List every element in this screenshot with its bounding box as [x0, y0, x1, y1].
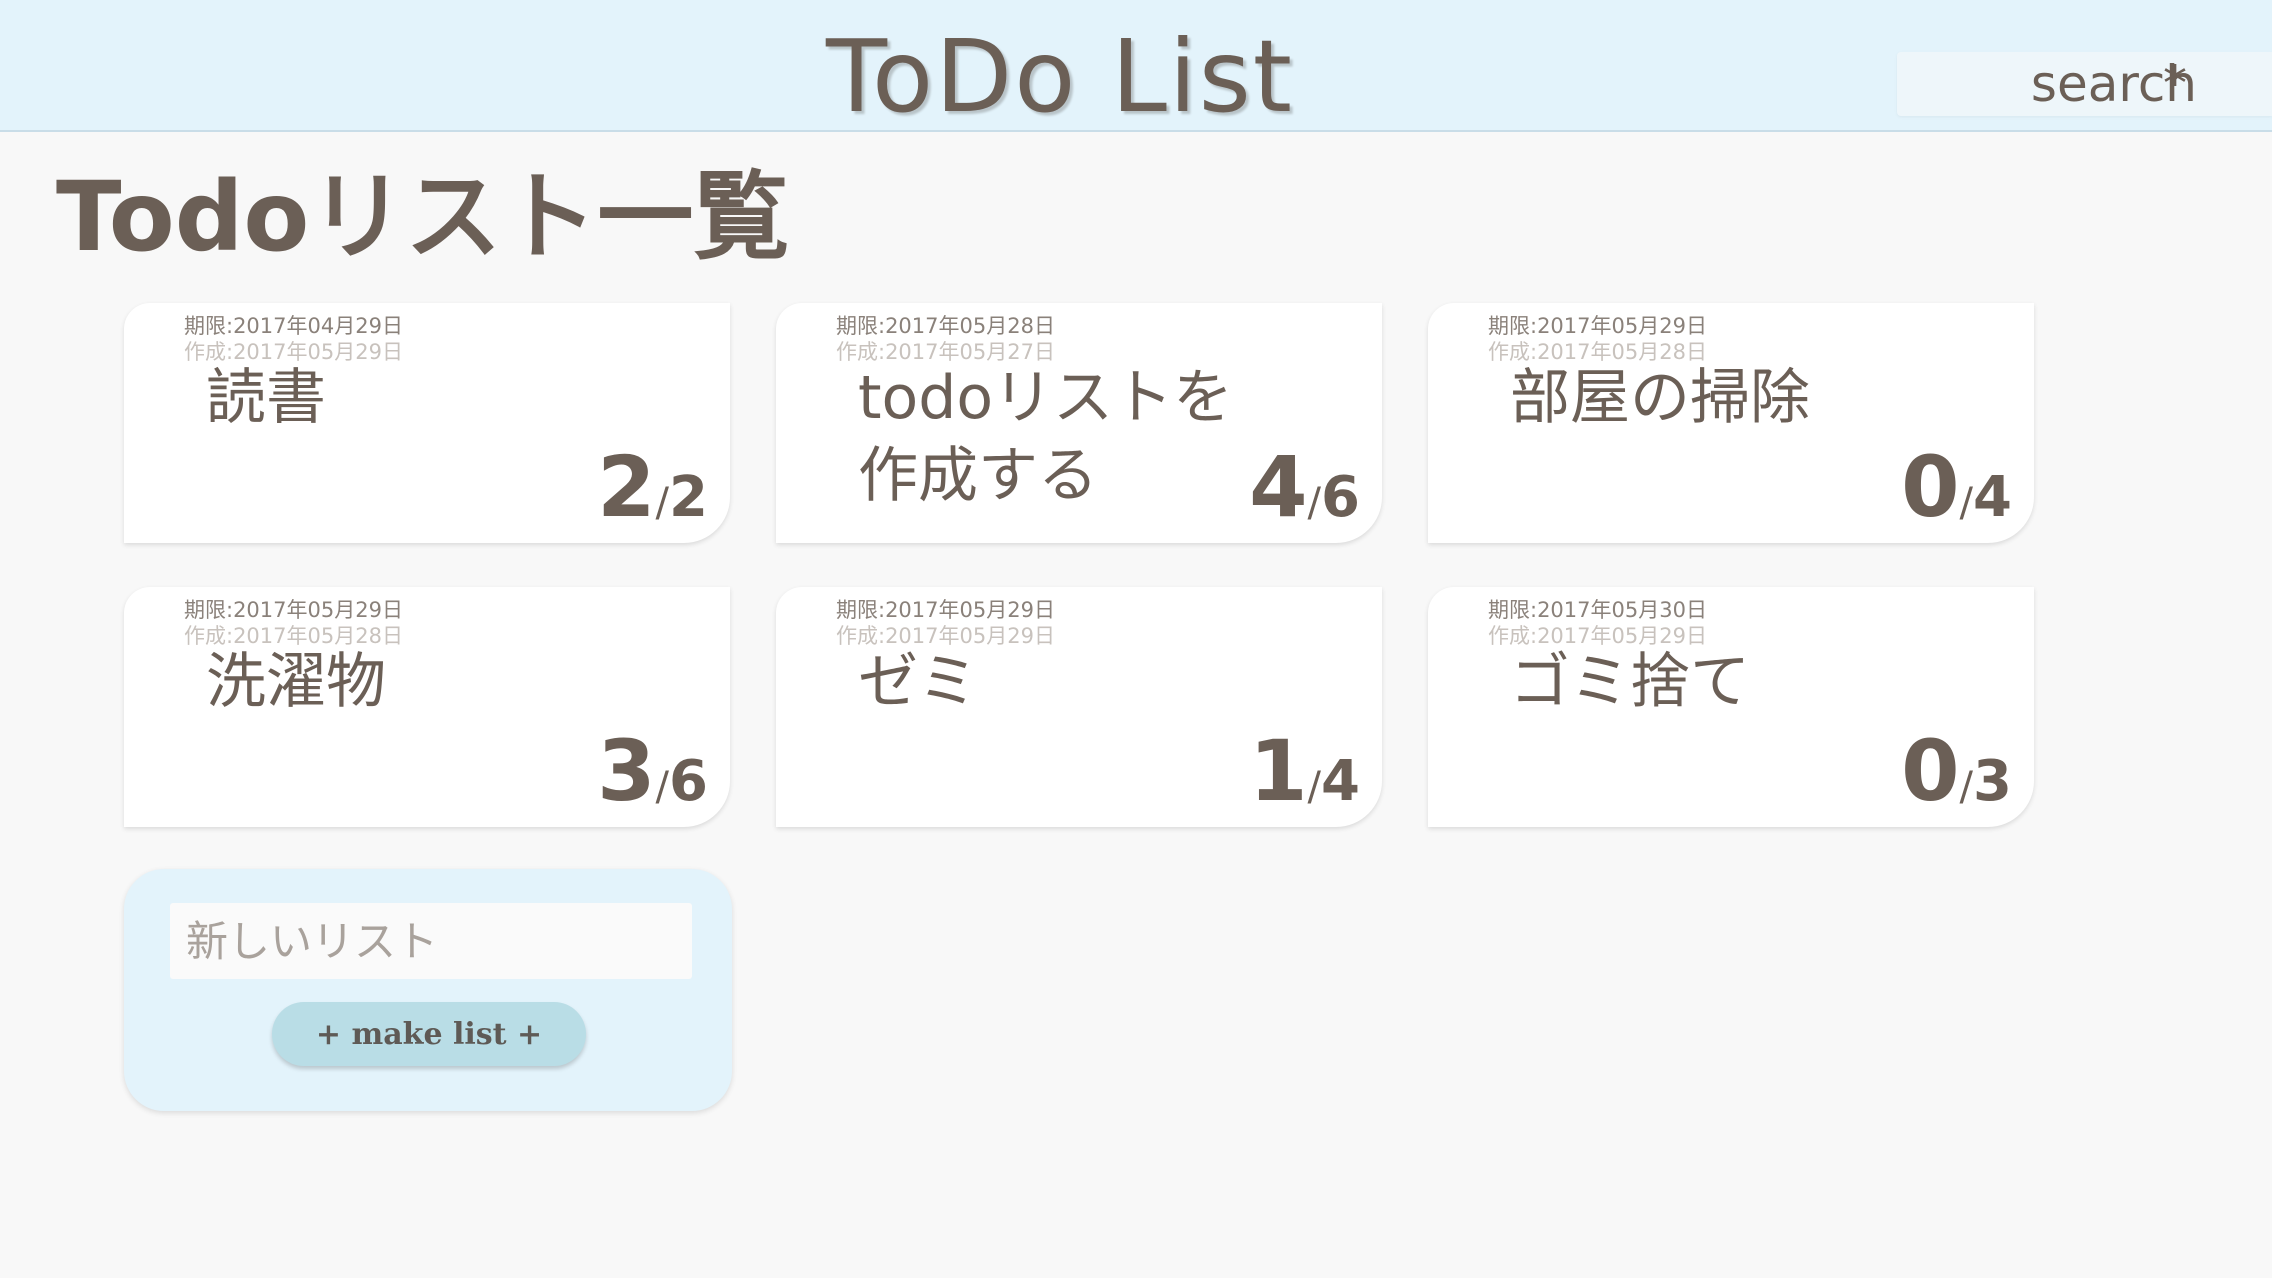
- todo-list-card[interactable]: 期限:2017年05月29日 作成:2017年05月29日 ゼミ 1/4: [776, 587, 1382, 827]
- card-title: 洗濯物: [206, 647, 386, 717]
- todo-list-card[interactable]: 期限:2017年05月29日 作成:2017年05月28日 洗濯物 3/6: [124, 587, 730, 827]
- asterisk-icon: *: [2163, 56, 2187, 112]
- card-title: ゴミ捨て: [1510, 647, 1750, 717]
- progress-total-count: 4: [1973, 465, 2012, 530]
- card-deadline: 期限:2017年05月29日: [1488, 314, 1707, 338]
- page-title: Todoリスト一覧: [56, 161, 790, 273]
- progress-separator: /: [1307, 480, 1322, 526]
- todo-list-card[interactable]: 期限:2017年05月29日 作成:2017年05月28日 部屋の掃除 0/4: [1428, 303, 2034, 543]
- progress-done-count: 0: [1901, 438, 1960, 536]
- progress-total-count: 2: [669, 465, 708, 530]
- progress-done-count: 4: [1249, 438, 1308, 536]
- progress-separator: /: [655, 480, 670, 526]
- search-input[interactable]: [1897, 52, 2197, 116]
- progress-total-count: 6: [669, 749, 708, 814]
- progress-separator: /: [1959, 764, 1974, 810]
- progress-total-count: 4: [1321, 749, 1360, 814]
- progress-total-count: 6: [1321, 465, 1360, 530]
- card-progress: 1/4: [1249, 723, 1360, 819]
- app-title: ToDo List: [825, 18, 1295, 135]
- card-title: 部屋の掃除: [1510, 363, 1810, 433]
- search-box[interactable]: *: [1897, 52, 2272, 116]
- progress-separator: /: [1307, 764, 1322, 810]
- todo-list-card[interactable]: 期限:2017年05月28日 作成:2017年05月27日 todoリストを作成…: [776, 303, 1382, 543]
- card-title: 読書: [206, 363, 326, 433]
- app-header: ToDo List *: [0, 0, 2272, 132]
- progress-done-count: 1: [1249, 722, 1308, 820]
- card-deadline: 期限:2017年04月29日: [184, 314, 403, 338]
- card-deadline: 期限:2017年05月28日: [836, 314, 1055, 338]
- progress-done-count: 2: [597, 438, 656, 536]
- card-deadline: 期限:2017年05月30日: [1488, 598, 1707, 622]
- new-list-name-input[interactable]: [170, 903, 692, 979]
- new-list-panel: + make list +: [124, 869, 732, 1111]
- card-deadline: 期限:2017年05月29日: [184, 598, 403, 622]
- progress-separator: /: [655, 764, 670, 810]
- card-title: todoリストを作成する: [858, 363, 1234, 511]
- progress-done-count: 3: [597, 722, 656, 820]
- card-progress: 3/6: [597, 723, 708, 819]
- card-progress: 4/6: [1249, 439, 1360, 535]
- progress-done-count: 0: [1901, 722, 1960, 820]
- progress-total-count: 3: [1973, 749, 2012, 814]
- card-title: ゼミ: [858, 647, 978, 717]
- card-progress: 0/4: [1901, 439, 2012, 535]
- card-progress: 2/2: [597, 439, 708, 535]
- make-list-button[interactable]: + make list +: [272, 1002, 586, 1066]
- todo-list-card[interactable]: 期限:2017年05月30日 作成:2017年05月29日 ゴミ捨て 0/3: [1428, 587, 2034, 827]
- progress-separator: /: [1959, 480, 1974, 526]
- card-progress: 0/3: [1901, 723, 2012, 819]
- card-deadline: 期限:2017年05月29日: [836, 598, 1055, 622]
- todo-list-card[interactable]: 期限:2017年04月29日 作成:2017年05月29日 読書 2/2: [124, 303, 730, 543]
